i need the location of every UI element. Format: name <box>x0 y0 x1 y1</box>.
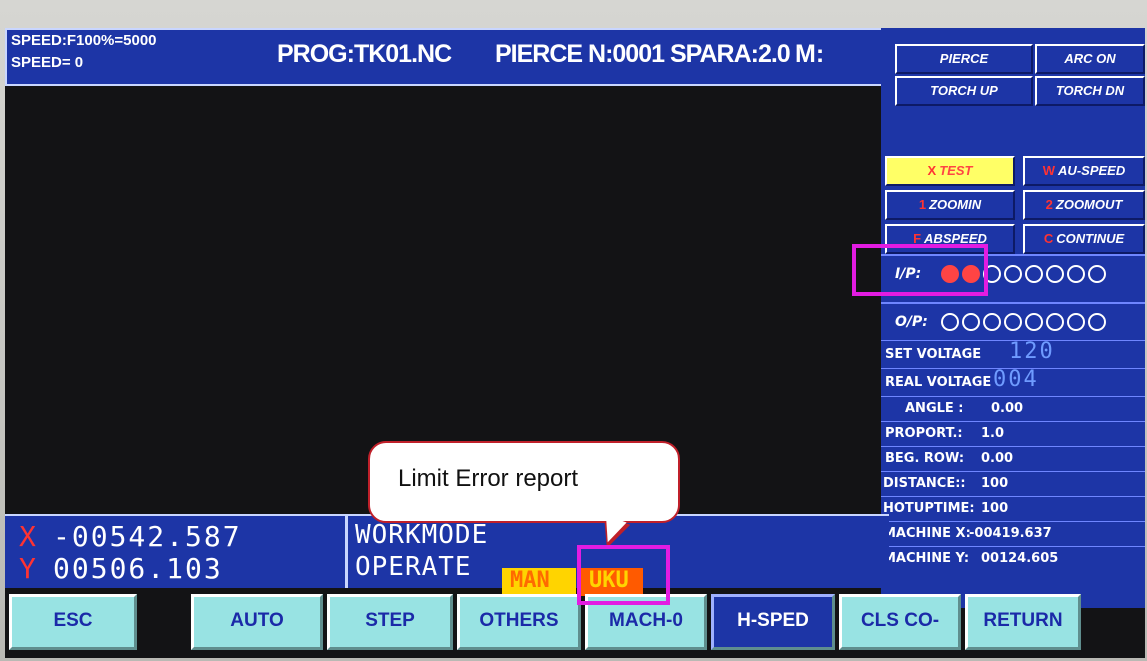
set-voltage-row: SET VOLTAGE 120 <box>881 339 1145 368</box>
output-indicators: O/P: <box>881 302 1145 340</box>
torch-up-button[interactable]: TORCH UP <box>895 76 1033 106</box>
softkey-auto[interactable]: AUTO <box>191 594 323 650</box>
output-indicator-2 <box>962 313 980 331</box>
coordinate-panel: X -00542.587 Y 00506.103 WORKMODE OPERAT… <box>5 514 889 588</box>
param-angle: ANGLE : 0.00 <box>881 396 1145 421</box>
divider <box>345 516 348 588</box>
speed-override: SPEED:F100%=5000 <box>11 32 157 49</box>
workmode-label: WORKMODE <box>355 520 489 550</box>
right-panel: PIERCE ARC ON TORCH UP TORCH DN X TEST WA… <box>881 28 1145 608</box>
output-indicator-4 <box>1004 313 1022 331</box>
output-indicator-6 <box>1046 313 1064 331</box>
softkey-esc[interactable]: ESC <box>9 594 137 650</box>
mode-indicator: MAN <box>502 568 576 596</box>
pierce-button[interactable]: PIERCE <box>895 44 1033 74</box>
m-code: M: <box>795 40 825 68</box>
set-voltage-value: 120 <box>1009 339 1055 364</box>
real-voltage-value: 004 <box>993 367 1039 392</box>
x-axis-label: X <box>19 520 36 553</box>
output-indicator-5 <box>1025 313 1043 331</box>
program-name: PROG:TK01.NC <box>277 40 452 68</box>
torch-down-button[interactable]: TORCH DN <box>1035 76 1145 106</box>
input-indicator-5 <box>1025 265 1043 283</box>
pierce-info: PIERCE N:0001 SPARA:2.0 <box>495 40 791 68</box>
au-speed-button[interactable]: W AU-SPEED <box>1023 156 1145 186</box>
zoom-in-button[interactable]: 1 ZOOMIN <box>885 190 1015 220</box>
output-indicator-7 <box>1067 313 1085 331</box>
output-indicator-8 <box>1088 313 1106 331</box>
continue-button[interactable]: C CONTINUE <box>1023 224 1145 254</box>
input-indicator-8 <box>1088 265 1106 283</box>
cnc-screen: SPEED:F100%=5000 SPEED= 0 PROG:TK01.NC P… <box>5 28 1145 658</box>
input-indicator-6 <box>1046 265 1064 283</box>
current-speed: SPEED= 0 <box>11 54 84 71</box>
param-proport: PROPORT.: 1.0 <box>881 421 1145 446</box>
operate-label: OPERATE <box>355 552 472 582</box>
input-highlight-box <box>852 244 988 296</box>
softkey-step[interactable]: STEP <box>327 594 453 650</box>
softkey-h-sped[interactable]: H-SPED <box>711 594 835 650</box>
output-indicator-3 <box>983 313 1001 331</box>
softkey-others[interactable]: OTHERS <box>457 594 581 650</box>
param-hotuptime: HOTUPTIME: 100 <box>881 496 1145 521</box>
param-beg-row: BEG. ROW: 0.00 <box>881 446 1145 471</box>
input-indicator-4 <box>1004 265 1022 283</box>
param-distance: DISTANCE:: 100 <box>881 471 1145 496</box>
machine-y: MACHINE Y: 00124.605 <box>881 546 1145 571</box>
arc-on-button[interactable]: ARC ON <box>1035 44 1145 74</box>
x-position: -00542.587 <box>53 520 242 553</box>
input-indicator-7 <box>1067 265 1085 283</box>
softkey-cls-co[interactable]: CLS CO- <box>839 594 961 650</box>
output-indicator-1 <box>941 313 959 331</box>
y-axis-label: Y <box>19 552 36 585</box>
zoom-out-button[interactable]: 2 ZOOMOUT <box>1023 190 1145 220</box>
softkey-return[interactable]: RETURN <box>965 594 1081 650</box>
y-position: 00506.103 <box>53 552 223 585</box>
mode-highlight-box <box>577 545 670 605</box>
callout-bubble: Limit Error report <box>368 441 680 523</box>
callout-text: Limit Error report <box>398 465 579 492</box>
status-header: SPEED:F100%=5000 SPEED= 0 PROG:TK01.NC P… <box>5 28 889 86</box>
real-voltage-row: REAL VOLTAGE 004 <box>881 367 1145 396</box>
machine-x: MACHINE X: -00419.637 <box>881 521 1145 546</box>
test-button[interactable]: X TEST <box>885 156 1015 186</box>
